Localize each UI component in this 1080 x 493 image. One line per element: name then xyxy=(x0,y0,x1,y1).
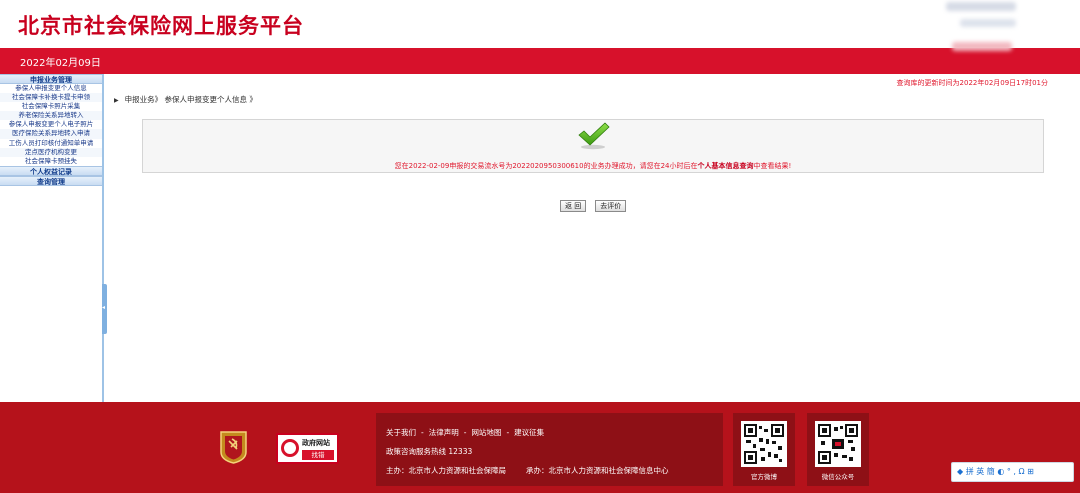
qr-weibo-label: 官方微博 xyxy=(751,473,777,481)
ime-toolbar[interactable]: ◆ 拼 英 簡 ◐ ° , Ω ⊞ xyxy=(951,462,1074,482)
breadcrumb-arrow-icon: ▶ xyxy=(114,97,119,104)
gov-site-error-report-badge[interactable]: 政府网站 找错 xyxy=(276,433,339,464)
footer-links: 关于我们 - 法律声明 - 网站地图 - 建议征集 xyxy=(386,428,545,437)
result-message-text: 您在2022-02-09申报的交易流水号为2022020950300610的业务… xyxy=(394,162,698,170)
collapse-arrow-icon: ◂ xyxy=(102,304,106,311)
gov-badge-title: 政府网站 xyxy=(302,439,330,447)
footer-organizer: 承办：北京市人力资源和社会保障信息中心 xyxy=(526,466,669,475)
magnifier-icon xyxy=(281,439,299,457)
sidebar-item-card-replacement[interactable]: 社会保障卡补换卡提卡申领 xyxy=(0,93,102,103)
sidebar-item-change-personal-info[interactable]: 参保人申报变更个人信息 xyxy=(0,84,102,93)
footer-org-line: 主办：北京市人力资源和社会保障局 承办：北京市人力资源和社会保障信息中心 xyxy=(386,465,669,476)
sidebar-item-medical-institution[interactable]: 定点医疗机构变更 xyxy=(0,147,102,157)
site-title: 北京市社会保险网上服务平台 xyxy=(18,14,304,38)
sidebar-item-card-photo[interactable]: 社会保障卡照片采集 xyxy=(0,102,102,111)
sidebar-item-pension-transfer[interactable]: 养老保险关系异地转入 xyxy=(0,111,102,121)
user-info-blurred xyxy=(946,2,1016,11)
db-update-time: 查询库的更新时间为2022年02月09日17时01分 xyxy=(896,79,1048,87)
qr-code-icon xyxy=(815,421,861,467)
breadcrumb-text: 申报业务》 参保人申报变更个人信息 》 xyxy=(124,95,257,104)
action-buttons: 返 回去评价 xyxy=(560,193,635,212)
evaluate-button[interactable]: 去评价 xyxy=(595,200,627,212)
top-red-bar: 2022年02月09日 xyxy=(0,42,1080,74)
page: 北京市社会保险网上服务平台 2022年02月09日 申报业务管理 参保人申报变更… xyxy=(0,0,1080,493)
sidebar-section-declaration[interactable]: 申报业务管理 xyxy=(0,74,102,84)
site-header: 北京市社会保险网上服务平台 xyxy=(0,0,1080,48)
sidebar-collapse-handle[interactable]: ◂ xyxy=(102,284,107,334)
gov-badge-button: 找错 xyxy=(302,450,334,460)
sidebar-item-card-loss[interactable]: 社会保障卡预挂失 xyxy=(0,157,102,166)
sidebar-item-electronic-photo[interactable]: 参保人申报变更个人电子照片 xyxy=(0,120,102,129)
footer-hotline: 政策咨询服务热线 12333 xyxy=(386,447,473,456)
footer-sponsor: 主办：北京市人力资源和社会保障局 xyxy=(386,466,506,475)
logout-blurred[interactable] xyxy=(952,42,1012,51)
result-message-suffix: 中查看结果! xyxy=(753,162,792,170)
result-panel: 您在2022-02-09申报的交易流水号为2022020950300610的业务… xyxy=(142,119,1044,173)
footer-link-about[interactable]: 关于我们 xyxy=(386,428,416,437)
back-button[interactable]: 返 回 xyxy=(560,200,587,212)
footer-link-suggestions[interactable]: 建议征集 xyxy=(514,428,544,437)
personal-info-query-link[interactable]: 个人基本信息查询 xyxy=(698,162,754,170)
current-date: 2022年02月09日 xyxy=(20,58,101,69)
ime-text: 拼 英 簡 ◐ ° , Ω ⊞ xyxy=(965,467,1034,476)
sidebar-section-rights-record[interactable]: 个人权益记录 xyxy=(0,165,102,176)
sidebar-item-medical-transfer[interactable]: 医疗保险关系异地转入申请 xyxy=(0,129,102,139)
sidebar: 申报业务管理 参保人申报变更个人信息 社会保障卡补换卡提卡申领 社会保障卡照片采… xyxy=(0,74,107,402)
footer-info-box: 关于我们 - 法律声明 - 网站地图 - 建议征集 政策咨询服务热线 12333 主办：北京… xyxy=(376,413,723,486)
sidebar-section-query[interactable]: 查询管理 xyxy=(0,175,102,186)
party-emblem-icon xyxy=(220,431,247,464)
breadcrumb: ▶ 申报业务》 参保人申报变更个人信息 》 xyxy=(114,94,257,105)
qr-weibo-box: 官方微博 xyxy=(733,413,795,486)
qr-code-icon xyxy=(741,421,787,467)
footer-link-sitemap[interactable]: 网站地图 xyxy=(471,428,501,437)
site-footer: 政府网站 找错 关于我们 - 法律声明 - 网站地图 - 建议征集 政策咨询服务热线 123… xyxy=(0,402,1080,493)
success-check-icon xyxy=(578,122,610,150)
footer-link-legal[interactable]: 法律声明 xyxy=(429,428,459,437)
user-info-blurred-2 xyxy=(960,19,1016,27)
qr-wechat-label: 微信公众号 xyxy=(821,473,855,481)
qr-wechat-box: 微信公众号 xyxy=(807,413,869,486)
sidebar-item-injury-notice[interactable]: 工伤人员打印核付通知单申请 xyxy=(0,139,102,148)
result-message: 您在2022-02-09申报的交易流水号为2022020950300610的业务… xyxy=(143,161,1043,171)
ime-logo-icon: ◆ xyxy=(957,467,966,476)
